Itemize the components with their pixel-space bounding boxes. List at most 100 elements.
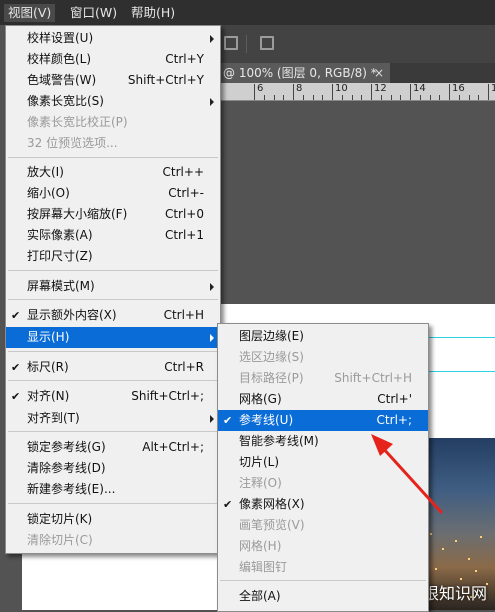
view-menu-item-label: 新建参考线(E)... [27, 482, 116, 496]
city-light [442, 548, 444, 550]
view-menu-item-label: 色域警告(W) [27, 73, 97, 87]
city-light [455, 540, 457, 542]
horizontal-ruler[interactable]: 6810121416182022 [220, 83, 495, 101]
shortcut-label: Alt+Ctrl+; [142, 440, 204, 454]
show-submenu-item-label: 切片(L) [239, 455, 280, 469]
show-submenu-item-label: 注释(O) [239, 476, 282, 490]
menu-window[interactable]: 窗口(W) [66, 4, 121, 22]
show-submenu-item-label: 智能参考线(M) [239, 434, 319, 448]
show-submenu-item[interactable]: 网格(G) Ctrl+' [218, 389, 428, 410]
view-menu-item-label: 锁定切片(K) [27, 512, 93, 526]
view-menu-item-label: 像素长宽比(S) [27, 94, 104, 108]
ruler-major-tick [371, 84, 372, 100]
shortcut-label: Shift+Ctrl+Y [127, 73, 204, 87]
toolbar-divider [246, 35, 247, 53]
ruler-minor-tick [283, 95, 285, 100]
show-submenu: 图层边缘(E) 选区边缘(S) 目标路径(P) Shift+Ctrl+H 网格(G) Ct… [217, 323, 429, 612]
show-submenu-item-label: 目标路径(P) [239, 371, 304, 385]
city-light [435, 568, 437, 570]
ruler-major-tick [293, 84, 294, 100]
city-light [475, 570, 477, 572]
view-menu-item-label: 标尺(R) [27, 360, 69, 374]
shortcut-label: Ctrl+1 [164, 228, 204, 242]
show-submenu-item[interactable]: 全部(A) [218, 586, 428, 607]
menu-separator [220, 580, 426, 581]
view-menu-item-label: 32 位预览选项... [27, 136, 118, 150]
ruler-major-tick [449, 84, 450, 100]
show-submenu-item-label: 图层边缘(E) [239, 329, 304, 343]
city-light [430, 533, 432, 535]
ruler-minor-tick [429, 95, 431, 100]
view-menu-item[interactable]: 对齐到(T) [6, 408, 220, 429]
view-menu-item[interactable]: 按屏幕大小缩放(F) Ctrl+0 [6, 204, 220, 225]
show-submenu-item-label: 网格(G) [239, 392, 282, 406]
shortcut-label: Ctrl+H [163, 308, 204, 322]
show-submenu-item: 选区边缘(S) [218, 347, 428, 368]
view-menu-item[interactable]: 锁定参考线(G) Alt+Ctrl+; [6, 437, 220, 458]
view-menu-item-label: 校样设置(U) [27, 31, 94, 45]
show-submenu-item[interactable]: ✔ 参考线(U) Ctrl+; [218, 410, 428, 431]
view-menu-item-label: 放大(I) [27, 165, 64, 179]
menu-separator [8, 351, 218, 352]
document-tab-title: @ 100% (图层 0, RGB/8) * [223, 66, 377, 80]
view-menu-item-label: 像素长宽比校正(P) [27, 115, 128, 129]
view-menu-item[interactable]: 缩小(O) Ctrl+- [6, 183, 220, 204]
view-menu-item[interactable]: ✔ 显示额外内容(X) Ctrl+H [6, 305, 220, 326]
menu-separator [8, 299, 218, 300]
view-menu-item[interactable]: ✔ 对齐(N) Shift+Ctrl+; [6, 386, 220, 407]
ruler-minor-tick [468, 95, 470, 100]
view-menu-item[interactable]: 屏幕模式(M) [6, 276, 220, 297]
menu-separator [8, 503, 218, 504]
ruler-minor-tick [302, 95, 304, 100]
show-submenu-item-label: 参考线(U) [239, 413, 294, 427]
view-menu-item[interactable]: 显示(H) [6, 327, 220, 348]
align-icon[interactable] [224, 36, 238, 50]
ruler-major-tick [332, 84, 333, 100]
ruler-minor-tick [322, 95, 324, 100]
menu-help[interactable]: 帮助(H) [127, 4, 179, 22]
check-icon: ✔ [223, 414, 233, 427]
ruler-minor-tick [400, 95, 402, 100]
shortcut-label: Ctrl+- [168, 186, 204, 200]
submenu-arrow-icon [210, 283, 214, 291]
menu-separator [8, 270, 218, 271]
shortcut-label: Ctrl+R [164, 360, 204, 374]
show-submenu-item[interactable]: 图层边缘(E) [218, 326, 428, 347]
distribute-icon[interactable] [260, 36, 274, 50]
view-menu-item-label: 校样颜色(L) [27, 52, 92, 66]
show-submenu-item: 注释(O) [218, 473, 428, 494]
document-tab[interactable]: @ 100% (图层 0, RGB/8) * × [220, 63, 390, 83]
view-menu-item[interactable]: 锁定切片(K) [6, 509, 220, 530]
view-menu-item[interactable]: 校样设置(U) [6, 28, 220, 49]
ruler-number: 16 [452, 83, 465, 94]
show-submenu-item[interactable]: 切片(L) [218, 452, 428, 473]
ruler-minor-tick [263, 95, 265, 100]
menu-view[interactable]: 视图(V) [4, 4, 56, 22]
menu-separator [8, 431, 218, 432]
close-tab-icon[interactable]: × [374, 63, 384, 83]
view-menu-item[interactable]: 新建参考线(E)... [6, 479, 220, 500]
ruler-minor-tick [439, 95, 441, 100]
view-menu-item[interactable]: 打印尺寸(Z) [6, 246, 220, 267]
show-submenu-item[interactable]: ✔ 像素网格(X) [218, 494, 428, 515]
view-menu-item: 32 位预览选项... [6, 133, 220, 154]
show-submenu-item[interactable]: 智能参考线(M) [218, 431, 428, 452]
shortcut-label: Ctrl+Y [165, 52, 204, 66]
view-menu-item-label: 缩小(O) [27, 186, 70, 200]
ruler-major-tick [254, 84, 255, 100]
view-menu-item[interactable]: 像素长宽比(S) [6, 91, 220, 112]
view-menu-item[interactable]: ✔ 标尺(R) Ctrl+R [6, 357, 220, 378]
view-menu-item[interactable]: 放大(I) Ctrl++ [6, 162, 220, 183]
check-icon: ✔ [11, 309, 21, 322]
view-menu-item[interactable]: 校样颜色(L) Ctrl+Y [6, 49, 220, 70]
view-menu-item[interactable]: 色域警告(W) Shift+Ctrl+Y [6, 70, 220, 91]
check-icon: ✔ [223, 498, 233, 511]
ruler-number: 18 [491, 83, 495, 94]
view-menu-item-label: 对齐(N) [27, 389, 70, 403]
ruler-major-tick [410, 84, 411, 100]
view-menu-item[interactable]: 清除参考线(D) [6, 458, 220, 479]
view-menu-item[interactable]: 实际像素(A) Ctrl+1 [6, 225, 220, 246]
ruler-minor-tick [341, 95, 343, 100]
view-menu-item: 清除切片(C) [6, 530, 220, 551]
view-menu-item-label: 屏幕模式(M) [27, 279, 95, 293]
